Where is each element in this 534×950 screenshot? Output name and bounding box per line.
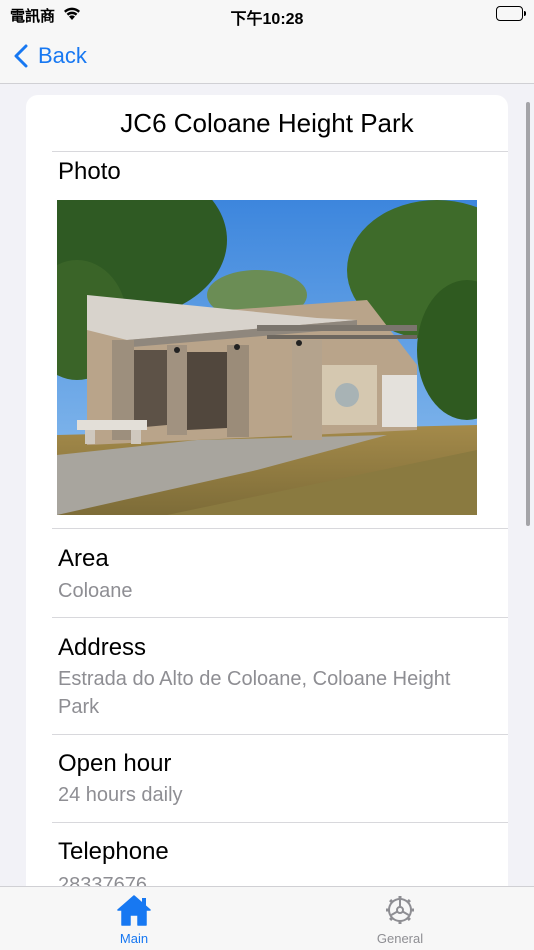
scroll-indicator[interactable]	[526, 102, 530, 526]
address-divider	[52, 734, 508, 735]
tab-main-label: Main	[119, 931, 149, 946]
tab-main[interactable]: Main	[84, 893, 184, 949]
park-photo	[57, 200, 477, 515]
detail-scroll-view[interactable]: JC6 Coloane Height Park Photo Area Coloa…	[0, 84, 534, 886]
open-hour-label: Open hour	[58, 750, 172, 777]
address-value: Estrada do Alto de Coloane, Coloane Heig…	[58, 668, 451, 718]
tab-general-label: General	[376, 931, 424, 946]
battery-icon	[496, 6, 526, 21]
detail-card: JC6 Coloane Height Park Photo Area Coloa…	[26, 95, 508, 886]
screen: 電訊商 下午10:28 Back JC6 Coloane Height Park…	[0, 0, 534, 950]
area-value: Coloane	[58, 580, 133, 602]
photo-label: Photo	[58, 158, 121, 185]
photo-divider	[52, 528, 508, 529]
back-button-label: Back	[38, 43, 87, 68]
telephone-value[interactable]: 28337676	[58, 871, 478, 886]
open-hour-divider	[52, 822, 508, 823]
area-divider	[52, 617, 508, 618]
telephone-label: Telephone	[58, 838, 169, 865]
tab-general[interactable]: General	[350, 893, 450, 949]
area-label: Area	[58, 545, 109, 572]
house-icon	[84, 893, 184, 927]
open-hour-value: 24 hours daily	[58, 784, 183, 806]
status-time: 下午10:28	[230, 11, 304, 28]
chevron-left-icon	[14, 44, 28, 68]
status-bar: 電訊商 下午10:28	[0, 0, 534, 30]
tab-bar: Main General	[0, 886, 534, 950]
title-divider	[52, 151, 508, 152]
page-title: JC6 Coloane Height Park	[120, 108, 414, 138]
gear-icon	[350, 893, 450, 927]
address-label: Address	[58, 634, 147, 661]
navigation-bar: Back	[0, 30, 534, 84]
back-button[interactable]: Back	[14, 40, 87, 72]
